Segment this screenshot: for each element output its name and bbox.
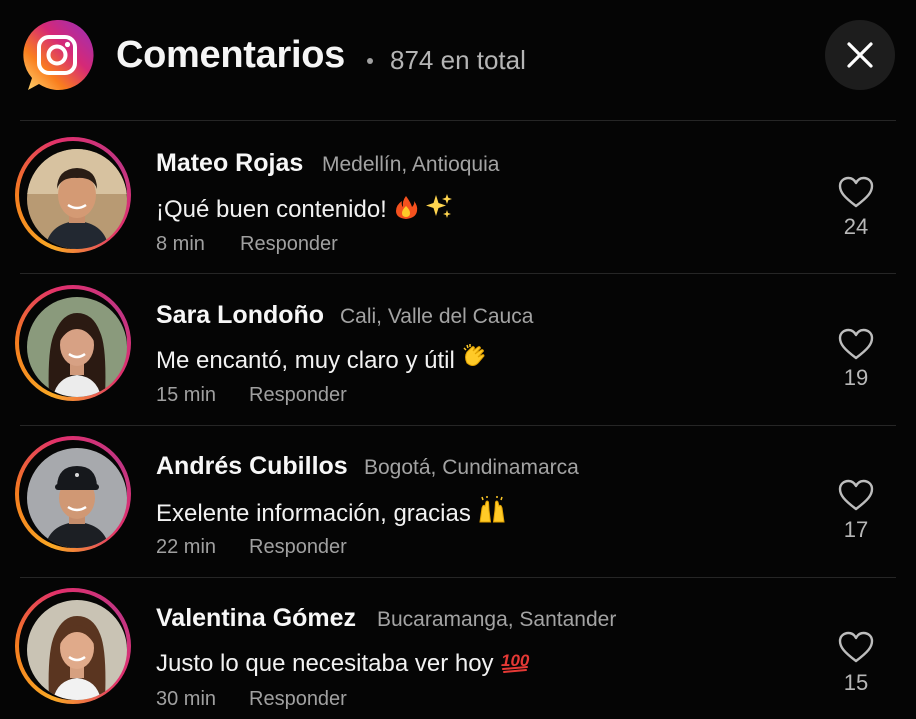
comment-location: Medellín, Antioquia bbox=[322, 153, 500, 176]
comment-location: Bucaramanga, Santander bbox=[377, 608, 617, 631]
comment-item: Mateo Rojas Medellín, Antioquia ¡Qué bue… bbox=[0, 137, 916, 287]
comments-panel: Comentarios 874 en total Mateo Rojas Med… bbox=[0, 0, 916, 719]
close-icon bbox=[847, 42, 873, 68]
reply-button[interactable]: Responder bbox=[249, 536, 347, 559]
comment-item: Andrés Cubillos Bogotá, Cundinamarca Exe… bbox=[0, 436, 916, 586]
heart-icon bbox=[838, 176, 874, 208]
like-button[interactable] bbox=[836, 175, 876, 209]
hundred-points-emoji: 100 bbox=[500, 648, 530, 681]
divider bbox=[20, 120, 896, 121]
comment-author[interactable]: Andrés Cubillos bbox=[156, 452, 348, 481]
fire-emoji bbox=[393, 194, 419, 227]
avatar bbox=[27, 297, 127, 397]
like-button[interactable] bbox=[836, 327, 876, 361]
comment-time: 22 min bbox=[156, 536, 217, 558]
like-count: 17 bbox=[843, 517, 869, 542]
comment-author[interactable]: Sara Londoño bbox=[156, 301, 324, 330]
comment-text: Me encantó, muy claro y útil bbox=[156, 343, 489, 378]
like-count: 15 bbox=[843, 670, 869, 695]
avatar bbox=[27, 149, 127, 249]
reply-button[interactable]: Responder bbox=[240, 233, 338, 256]
comments-header: Comentarios 874 en total bbox=[0, 0, 916, 120]
comment-author[interactable]: Valentina Gómez bbox=[156, 604, 356, 633]
avatar-ring[interactable] bbox=[15, 285, 131, 401]
comment-time: 8 min bbox=[156, 233, 205, 255]
heart-icon bbox=[838, 479, 874, 511]
comment-time: 30 min bbox=[156, 688, 217, 710]
divider bbox=[20, 577, 896, 578]
comment-text: Justo lo que necesitaba ver hoy 100 bbox=[156, 648, 530, 681]
comment-text-content: Me encantó, muy claro y útil bbox=[156, 347, 455, 374]
divider bbox=[20, 273, 896, 274]
reply-button[interactable]: Responder bbox=[249, 688, 347, 711]
comment-location: Bogotá, Cundinamarca bbox=[364, 456, 579, 479]
avatar bbox=[27, 600, 127, 700]
comment-item: Sara Londoño Cali, Valle del Cauca Me en… bbox=[0, 285, 916, 435]
avatar-ring[interactable] bbox=[15, 137, 131, 253]
comment-author[interactable]: Mateo Rojas bbox=[156, 149, 303, 178]
avatar-ring[interactable] bbox=[15, 436, 131, 552]
comment-text-content: ¡Qué buen contenido! bbox=[156, 196, 387, 223]
separator-dot bbox=[367, 58, 373, 64]
reply-button[interactable]: Responder bbox=[249, 384, 347, 407]
comment-text: ¡Qué buen contenido! bbox=[156, 192, 453, 227]
comment-location: Cali, Valle del Cauca bbox=[340, 305, 534, 328]
like-count: 24 bbox=[843, 214, 869, 239]
instagram-logo-icon bbox=[20, 18, 94, 92]
comment-text: Exelente información, gracias bbox=[156, 496, 507, 531]
page-title: Comentarios bbox=[116, 34, 345, 76]
comment-text-content: Exelente información, gracias bbox=[156, 500, 471, 527]
raising-hands-emoji bbox=[477, 496, 507, 531]
close-button[interactable] bbox=[825, 20, 895, 90]
total-count: 874 en total bbox=[390, 45, 526, 75]
comment-text-content: Justo lo que necesitaba ver hoy bbox=[156, 650, 494, 677]
like-button[interactable] bbox=[836, 478, 876, 512]
clapping-hands-emoji bbox=[461, 343, 489, 378]
comment-item: Valentina Gómez Bucaramanga, Santander J… bbox=[0, 588, 916, 719]
divider bbox=[20, 425, 896, 426]
avatar-ring[interactable] bbox=[15, 588, 131, 704]
like-button[interactable] bbox=[836, 630, 876, 664]
avatar bbox=[27, 448, 127, 548]
like-count: 19 bbox=[843, 365, 869, 390]
heart-icon bbox=[838, 328, 874, 360]
comment-time: 15 min bbox=[156, 384, 217, 406]
sparkles-emoji bbox=[425, 192, 453, 227]
heart-icon bbox=[838, 631, 874, 663]
